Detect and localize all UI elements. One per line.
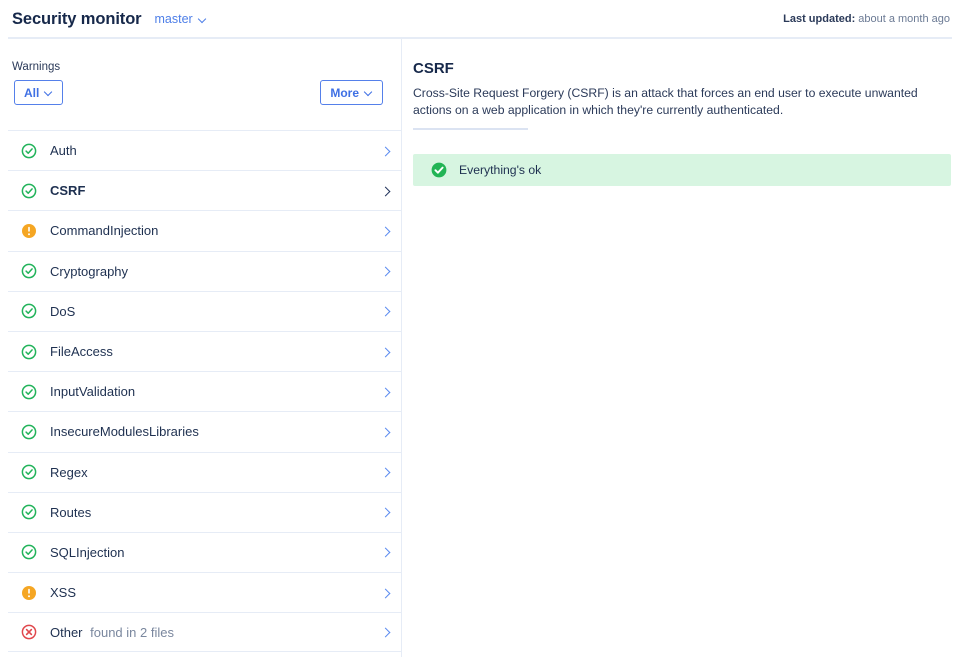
page-header: Security monitor master Last updated: ab… bbox=[0, 0, 960, 38]
warnings-section-label: Warnings bbox=[12, 62, 60, 74]
warning-list-item-label: InsecureModulesLibraries bbox=[50, 425, 203, 438]
detail-pane: CSRF Cross-Site Request Forgery (CSRF) i… bbox=[402, 38, 960, 657]
chevron-right-icon bbox=[381, 347, 391, 357]
last-updated: Last updated: about a month ago bbox=[783, 0, 950, 38]
exclamation-circle-icon bbox=[21, 223, 37, 239]
warning-name: CommandInjection bbox=[50, 223, 158, 238]
check-circle-icon bbox=[21, 263, 37, 279]
more-dropdown[interactable]: More bbox=[320, 80, 383, 105]
chevron-right-icon bbox=[381, 547, 391, 557]
warning-list-item-xss[interactable]: XSS bbox=[8, 572, 401, 612]
header-left-group: Security monitor master bbox=[12, 0, 207, 38]
warning-name: Auth bbox=[50, 143, 77, 158]
exclamation-circle-icon bbox=[21, 585, 37, 601]
warning-sub-label: found in 2 files bbox=[87, 625, 174, 640]
chevron-right-icon bbox=[381, 467, 391, 477]
check-circle-icon bbox=[21, 504, 37, 520]
warning-name: InputValidation bbox=[50, 384, 135, 399]
chevron-right-icon bbox=[381, 507, 391, 517]
times-circle-icon bbox=[21, 624, 37, 640]
check-circle-filled-icon bbox=[431, 162, 447, 178]
check-circle-icon bbox=[21, 344, 37, 360]
detail-description: Cross-Site Request Forgery (CSRF) is an … bbox=[413, 85, 940, 119]
chevron-right-icon bbox=[381, 588, 391, 598]
warning-list-item-label: Cryptography bbox=[50, 265, 132, 278]
warning-list-item-fileaccess[interactable]: FileAccess bbox=[8, 331, 401, 371]
warning-list-item-label: DoS bbox=[50, 305, 79, 318]
chevron-right-icon bbox=[381, 146, 391, 156]
warning-list-item-commandinjection[interactable]: CommandInjection bbox=[8, 210, 401, 250]
warning-list-item-label: InputValidation bbox=[50, 385, 139, 398]
warning-name: Other bbox=[50, 625, 83, 640]
warning-list-item-label: FileAccess bbox=[50, 345, 117, 358]
chevron-down-icon bbox=[44, 88, 53, 97]
branch-selector[interactable]: master bbox=[155, 13, 207, 26]
check-circle-icon bbox=[21, 464, 37, 480]
detail-title: CSRF bbox=[413, 61, 454, 76]
warning-list-item-dos[interactable]: DoS bbox=[8, 291, 401, 331]
status-banner-text: Everything's ok bbox=[459, 164, 541, 176]
warning-list-item-inputvalidation[interactable]: InputValidation bbox=[8, 371, 401, 411]
warning-name: Regex bbox=[50, 465, 88, 480]
warning-list-item-label: Auth bbox=[50, 144, 81, 157]
warning-name: DoS bbox=[50, 304, 75, 319]
warning-list-item-csrf[interactable]: CSRF bbox=[8, 170, 401, 210]
warning-list-item-label: XSS bbox=[50, 586, 80, 599]
last-updated-value: about a month ago bbox=[858, 13, 950, 25]
warning-list-item-label: Other found in 2 files bbox=[50, 626, 174, 639]
warning-list-item-label: CSRF bbox=[50, 184, 89, 197]
chevron-down-icon bbox=[198, 15, 207, 24]
warning-name: XSS bbox=[50, 585, 76, 600]
chevron-right-icon bbox=[381, 266, 391, 276]
check-circle-icon bbox=[21, 424, 37, 440]
status-banner: Everything's ok bbox=[413, 154, 951, 186]
chevron-right-icon bbox=[381, 627, 391, 637]
warning-name: SQLInjection bbox=[50, 545, 124, 560]
last-updated-label: Last updated: bbox=[783, 13, 855, 25]
chevron-right-icon bbox=[381, 387, 391, 397]
check-circle-icon bbox=[21, 143, 37, 159]
warning-list-item-regex[interactable]: Regex bbox=[8, 452, 401, 492]
check-circle-icon bbox=[21, 544, 37, 560]
branch-label: master bbox=[155, 13, 193, 26]
filter-all-dropdown[interactable]: All bbox=[14, 80, 63, 105]
warning-list-item-other[interactable]: Other found in 2 files bbox=[8, 612, 401, 652]
warning-name: FileAccess bbox=[50, 344, 113, 359]
warning-list-item-label: Routes bbox=[50, 506, 95, 519]
chevron-right-icon bbox=[381, 226, 391, 236]
warning-list-item-routes[interactable]: Routes bbox=[8, 492, 401, 532]
warning-name: Cryptography bbox=[50, 264, 128, 279]
chevron-down-icon bbox=[364, 88, 373, 97]
detail-divider bbox=[413, 128, 528, 130]
security-monitor-page: Security monitor master Last updated: ab… bbox=[0, 0, 960, 657]
filter-all-label: All bbox=[24, 86, 39, 100]
warning-name: InsecureModulesLibraries bbox=[50, 424, 199, 439]
chevron-right-icon bbox=[381, 306, 391, 316]
chevron-right-icon bbox=[381, 427, 391, 437]
chevron-right-icon bbox=[381, 186, 391, 196]
warning-list-item-label: CommandInjection bbox=[50, 224, 162, 237]
check-circle-icon bbox=[21, 384, 37, 400]
filter-toolbar: All More bbox=[12, 80, 389, 106]
warnings-pane: Warnings All More Auth CSRF CommandInjec… bbox=[0, 38, 401, 657]
more-label: More bbox=[330, 86, 359, 100]
warning-list-item-label: Regex bbox=[50, 466, 92, 479]
warning-list-item-sqlinjection[interactable]: SQLInjection bbox=[8, 532, 401, 572]
check-circle-icon bbox=[21, 183, 37, 199]
warning-name: CSRF bbox=[50, 183, 85, 198]
warning-list-item-auth[interactable]: Auth bbox=[8, 130, 401, 170]
warning-name: Routes bbox=[50, 505, 91, 520]
page-title: Security monitor bbox=[12, 11, 142, 28]
check-circle-icon bbox=[21, 303, 37, 319]
warning-list-item-label: SQLInjection bbox=[50, 546, 128, 559]
warning-list-item-cryptography[interactable]: Cryptography bbox=[8, 251, 401, 291]
warnings-list: Auth CSRF CommandInjection Cryptography … bbox=[8, 130, 401, 652]
warning-list-item-insecuremoduleslibraries[interactable]: InsecureModulesLibraries bbox=[8, 411, 401, 451]
